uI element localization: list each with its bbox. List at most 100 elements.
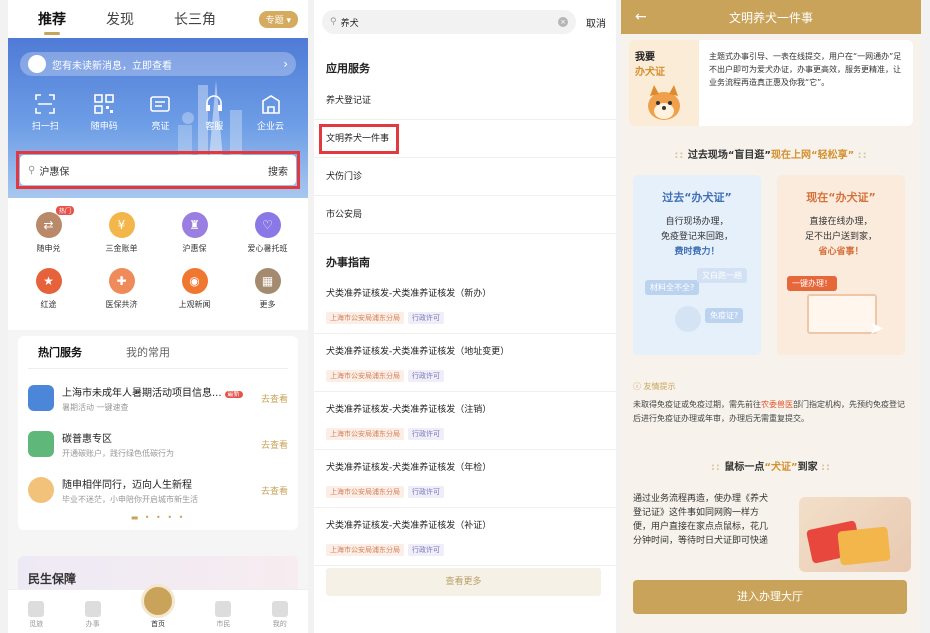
page-title: 文明养犬一件事 <box>728 10 813 25</box>
chevron-right-icon: › <box>283 57 288 71</box>
person-icon <box>675 306 701 332</box>
service-tabs: 热门服务 我的常用 <box>28 344 288 369</box>
grid-item-summer-care[interactable]: ♡ 爱心暑托班 <box>231 212 304 254</box>
view-link[interactable]: 去查看 <box>261 392 288 405</box>
app-result-item[interactable]: 文明养犬一件事 <box>314 120 616 158</box>
clear-icon[interactable]: × <box>558 17 568 27</box>
bill-icon: ¥ <box>108 212 135 238</box>
intro-card-label: 我要 办犬证 <box>629 40 699 126</box>
tab-yangtze-delta[interactable]: 长三角 <box>174 9 216 29</box>
bottom-nav: 觅旅 办事 首页 市民 我的 <box>8 584 308 633</box>
view-link[interactable]: 去查看 <box>261 438 288 451</box>
building-icon <box>261 95 280 114</box>
carbon-icon <box>28 431 54 457</box>
app-result-item[interactable]: 市公安局 <box>314 196 616 234</box>
tab-hot-services[interactable]: 热门服务 <box>38 344 82 360</box>
nav-travel[interactable]: 觅旅 <box>28 601 45 629</box>
guide-item[interactable]: 犬类准养证核发-犬类准养证核发（年检） 上海市公安局浦东分局 行政许可 <box>314 450 616 508</box>
guide-item[interactable]: 犬类准养证核发-犬类准养证核发（新办） 上海市公安局浦东分局 行政许可 <box>314 276 616 334</box>
list-item[interactable]: 上海市未成年人暑期活动项目信息... 最新 暑期活动 一键速查 去查看 <box>28 375 288 421</box>
lotus-icon <box>215 601 232 617</box>
intro-card: 我要 办犬证 主题式办事引导、一表在线提交，用户在“一网通办”足不出户即可为爱犬… <box>629 40 913 126</box>
list-item[interactable]: 碳普惠专区 开通碳账户，践行绿色低碳行为 去查看 <box>28 421 288 467</box>
nav-citizen[interactable]: 市民 <box>215 601 232 629</box>
topic-badge[interactable]: 专题 ▾ <box>258 10 298 28</box>
page-header: ← 文明养犬一件事 <box>621 0 921 34</box>
grid-item-sanjin[interactable]: ¥ 三金账单 <box>85 212 158 254</box>
dog-icon <box>648 85 680 120</box>
hero-banner: ☺ 您有未读新消息，立即查看 › 扫一扫 随申码 亮证 客服 企业云 ⚲ 沪惠保… <box>8 38 308 198</box>
highlight-box <box>319 124 399 154</box>
show-id-button[interactable]: 亮证 <box>149 93 171 132</box>
gate-icon <box>28 601 45 617</box>
cursor-icon: ➤ <box>869 318 885 339</box>
grid-item-hongtu[interactable]: ★ 红途 <box>12 268 85 310</box>
scan-button[interactable]: 扫一扫 <box>32 93 59 132</box>
tab-discover[interactable]: 发现 <box>106 9 134 29</box>
click-heading: :: 鼠标一点“犬证”到家 :: <box>710 462 832 473</box>
home-screen: 推荐 发现 长三角 专题 ▾ ☺ 您有未读新消息，立即查看 › 扫一扫 随申码 … <box>8 0 308 633</box>
guide-item[interactable]: 犬类准养证核发-犬类准养证核发（地址变更） 上海市公安局浦东分局 行政许可 <box>314 334 616 392</box>
enterprise-cloud-button[interactable]: 企业云 <box>257 93 284 132</box>
grid-item-shangguan[interactable]: ◉ 上观新闻 <box>158 268 231 310</box>
quick-actions: 扫一扫 随申码 亮证 客服 企业云 <box>8 93 308 132</box>
back-arrow-icon[interactable]: ← <box>635 9 647 25</box>
news-icon: ◉ <box>181 268 208 294</box>
new-badge: 最新 <box>224 390 243 398</box>
friendly-tip: ⓘ 友情提示 未取得免疫证或免疫过期，需先前往农委兽医部门指定机构，先预约免疫登… <box>633 382 905 423</box>
top-tabs: 推荐 发现 长三角 专题 ▾ <box>8 0 308 38</box>
app-result-item[interactable]: 养犬登记证 <box>314 82 616 120</box>
medical-icon: ✚ <box>108 268 135 294</box>
guide-item[interactable]: 犬类准养证核发-犬类准养证核发（补证） 上海市公安局浦东分局 行政许可 <box>314 508 616 566</box>
search-input[interactable]: 养犬 <box>341 16 359 29</box>
more-grid-icon: ▦ <box>254 268 281 294</box>
past-box: 过去“办犬证” 自行现场办理， 免疫登记来回跑， 费时费力！ 材料全不全? 又白… <box>633 175 761 355</box>
qr-code-icon <box>94 94 114 114</box>
exchange-icon: ⇄ <box>35 212 62 238</box>
id-card-icon <box>150 96 171 112</box>
grid-item-medical[interactable]: ✚ 医保共济 <box>85 268 158 310</box>
cancel-button[interactable]: 取消 <box>586 15 606 30</box>
intro-paragraph: 通过业务流程再造，使办理《养犬登记证》这件事如同网购一样方便，用户直接在家点点鼠… <box>633 494 769 546</box>
dog-service-screen: ← 文明养犬一件事 我要 办犬证 主题式办事引导、一表在线提交，用户在“一网通办… <box>621 0 921 633</box>
nav-home[interactable]: 首页 <box>140 584 175 629</box>
activity-icon <box>28 385 54 411</box>
home-icon <box>140 584 175 618</box>
enter-hall-button[interactable]: 进入办理大厅 <box>633 580 907 614</box>
message-notice[interactable]: ☺ 您有未读新消息，立即查看 › <box>20 52 296 76</box>
search-header: ⚲ 养犬 × 取消 <box>314 0 616 42</box>
scan-icon <box>35 94 56 114</box>
nav-mine[interactable]: 我的 <box>271 601 288 629</box>
customer-service-button[interactable]: 客服 <box>203 93 225 132</box>
tab-recommend[interactable]: 推荐 <box>38 9 66 35</box>
suishen-code-button[interactable]: 随申码 <box>91 93 118 132</box>
star-icon: ★ <box>35 268 62 294</box>
section-title-guides: 办事指南 <box>326 256 370 269</box>
view-link[interactable]: 去查看 <box>261 484 288 497</box>
guide-item[interactable]: 犬类准养证核发-犬类准养证核发（注销） 上海市公安局浦东分局 行政许可 <box>314 392 616 450</box>
nav-affairs[interactable]: 办事 <box>84 601 101 629</box>
grid-item-more[interactable]: ▦ 更多 <box>231 268 304 310</box>
grid-item-huhuibao[interactable]: ♜ 沪惠保 <box>158 212 231 254</box>
mascot-icon: ☺ <box>28 55 46 73</box>
pen-icon <box>84 601 101 617</box>
list-item[interactable]: 随申相伴同行，迈向人生新程 毕业不迷茫，小申陪你开启城市新生活 去查看 <box>28 467 288 513</box>
tab-my-frequent[interactable]: 我的常用 <box>126 344 170 360</box>
license-card-illustration <box>799 497 911 572</box>
headset-icon <box>206 95 223 111</box>
search-results-screen: ⚲ 养犬 × 取消 应用服务 养犬登记证 文明养犬一件事 犬伤门诊 市公安局 办… <box>314 0 616 633</box>
skyline-icon: ♜ <box>181 212 208 238</box>
service-grid: 热门 ⇄ 随申兑 ¥ 三金账单 ♜ 沪惠保 ♡ 爱心暑托班 ★ 红途 ✚ 医保共济 ◉ 上观新闻… <box>8 198 308 330</box>
grid-item-suishendui[interactable]: 热门 ⇄ 随申兑 <box>12 206 85 254</box>
one-click-button: 一键办理！ <box>787 276 837 291</box>
search-icon: ⚲ <box>330 17 337 27</box>
compare-heading: :: 过去现场“盲目逛”现在上网“轻松享” :: <box>674 150 868 161</box>
search-field[interactable]: ⚲ 养犬 × <box>322 10 576 34</box>
pager-dots: ▬ • • • • <box>130 513 186 522</box>
hot-services-card: 热门服务 我的常用 上海市未成年人暑期活动项目信息... 最新 暑期活动 一键速查 … <box>18 336 298 530</box>
view-more-button[interactable]: 查看更多 <box>326 568 601 596</box>
hot-badge: 热门 <box>56 206 75 215</box>
app-result-item[interactable]: 犬伤门诊 <box>314 158 616 196</box>
user-icon <box>271 601 288 617</box>
graduate-icon <box>28 477 54 503</box>
